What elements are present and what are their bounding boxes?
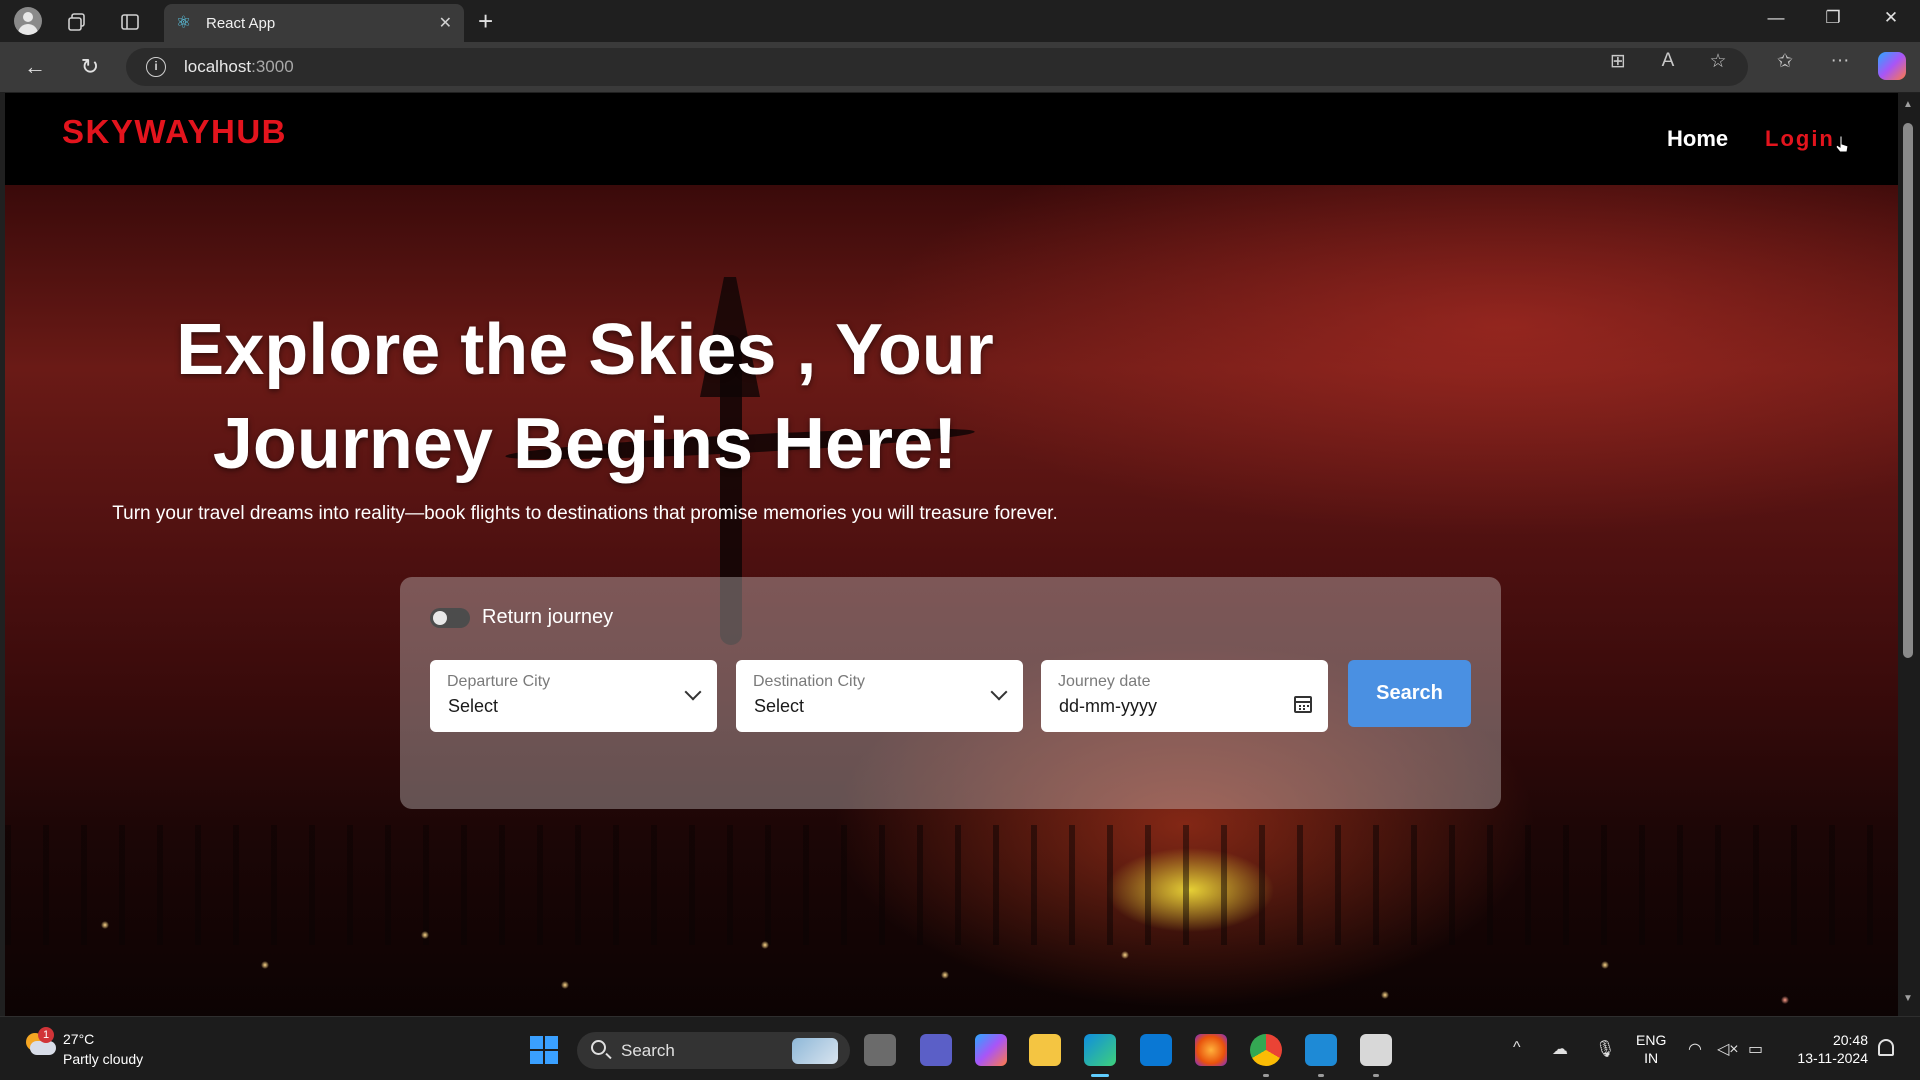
scroll-down-icon[interactable]: ▼ — [1903, 993, 1913, 1004]
refresh-button[interactable]: ↻ — [75, 54, 105, 80]
destination-city-select[interactable]: Destination City Select — [736, 660, 1023, 732]
hero-title: Explore the Skies , Your Journey Begins … — [176, 310, 994, 484]
volume-muted-icon[interactable]: ◁× — [1717, 1039, 1739, 1059]
file-explorer-icon[interactable] — [1029, 1034, 1061, 1066]
copilot-icon[interactable] — [1878, 52, 1906, 80]
edge-browser-icon[interactable] — [1084, 1034, 1116, 1066]
calendar-icon[interactable] — [1294, 696, 1312, 713]
teams-icon[interactable] — [920, 1034, 952, 1066]
new-tab-button[interactable]: + — [478, 7, 493, 35]
search-icon — [591, 1040, 606, 1055]
vertical-tabs-icon[interactable] — [117, 9, 143, 35]
return-journey-toggle[interactable] — [430, 608, 470, 628]
read-aloud-icon[interactable]: A — [1653, 50, 1683, 72]
return-journey-label: Return journey — [482, 606, 614, 628]
departure-city-select[interactable]: Departure City Select — [430, 660, 717, 732]
task-view-icon[interactable] — [864, 1034, 896, 1066]
page-viewport: SKYWAYHUB Home Login Explore the Skies ,… — [5, 93, 1898, 1016]
vscode-icon[interactable] — [1305, 1034, 1337, 1066]
weather-temperature[interactable]: 27°C — [63, 1031, 94, 1047]
show-hidden-icons-chevron-icon[interactable]: ^ — [1513, 1039, 1521, 1057]
weather-description[interactable]: Partly cloudy — [63, 1051, 143, 1067]
language-indicator[interactable]: ENG IN — [1636, 1031, 1666, 1067]
chrome-icon[interactable] — [1250, 1034, 1282, 1066]
nav-login-link[interactable]: Login — [1765, 126, 1835, 152]
windows-start-icon[interactable] — [530, 1036, 558, 1064]
snipping-tool-icon[interactable] — [1360, 1034, 1392, 1066]
search-button[interactable]: Search — [1348, 660, 1471, 727]
search-highlight-image — [792, 1038, 838, 1064]
more-options-icon[interactable]: ··· — [1825, 50, 1855, 72]
browser-toolbar: ← ↻ i localhost:3000 ⊞ A ☆ ✩ ··· — [0, 42, 1920, 92]
scroll-up-icon[interactable]: ▲ — [1903, 99, 1913, 110]
minimize-button[interactable]: — — [1761, 8, 1791, 28]
notification-bell-icon[interactable] — [1878, 1039, 1894, 1056]
mouse-cursor-icon — [1835, 135, 1849, 153]
weather-badge: 1 — [38, 1027, 54, 1043]
app-available-icon[interactable]: ⊞ — [1603, 50, 1633, 73]
wifi-icon[interactable]: ◠ — [1688, 1039, 1702, 1059]
battery-icon[interactable]: ▭ — [1748, 1039, 1763, 1059]
tab-close-icon[interactable]: ✕ — [439, 13, 452, 33]
windows-taskbar: 1 27°C Partly cloudy Search ^ ☁ 🎙 ENG IN… — [0, 1016, 1920, 1080]
site-navbar: SKYWAYHUB Home Login — [5, 93, 1898, 185]
system-clock[interactable]: 20:48 13-11-2024 — [1788, 1031, 1868, 1067]
microsoft-store-icon[interactable] — [1140, 1034, 1172, 1066]
close-window-button[interactable]: ✕ — [1876, 8, 1906, 28]
tab-react-app[interactable]: ⚛ React App ✕ — [164, 4, 464, 42]
favorites-icon[interactable]: ✩ — [1770, 50, 1800, 73]
hero-subtitle: Turn your travel dreams into reality—boo… — [112, 503, 1058, 524]
microphone-icon[interactable]: 🎙 — [1595, 1039, 1615, 1059]
url-text: localhost:3000 — [184, 57, 294, 76]
journey-date-input[interactable]: Journey date dd-mm-yyyy — [1041, 660, 1328, 732]
onedrive-icon[interactable]: ☁ — [1552, 1039, 1568, 1059]
restore-button[interactable]: ❐ — [1818, 8, 1848, 28]
taskbar-search-box[interactable]: Search — [577, 1032, 850, 1069]
brand-logo[interactable]: SKYWAYHUB — [62, 113, 287, 151]
firefox-icon[interactable] — [1195, 1034, 1227, 1066]
nav-home-link[interactable]: Home — [1667, 126, 1728, 152]
tab-title: React App — [206, 14, 276, 32]
scrollbar-thumb[interactable] — [1903, 123, 1913, 658]
chevron-down-icon — [684, 683, 702, 701]
copilot-app-icon[interactable] — [975, 1034, 1007, 1066]
site-info-icon[interactable]: i — [146, 57, 166, 77]
back-button[interactable]: ← — [20, 54, 50, 80]
flight-search-card: Return journey Departure City Select Des… — [400, 577, 1501, 809]
browser-tab-bar: ⚛ React App ✕ + — ❐ ✕ — [0, 0, 1920, 42]
workspaces-icon[interactable] — [64, 9, 90, 35]
page-scrollbar[interactable]: ▲ ▼ — [1898, 93, 1920, 1016]
profile-avatar-icon[interactable] — [14, 7, 42, 35]
react-favicon-icon: ⚛ — [176, 13, 192, 32]
address-bar[interactable]: i localhost:3000 — [126, 48, 1748, 86]
chevron-down-icon — [990, 683, 1008, 701]
favorite-star-icon[interactable]: ☆ — [1703, 50, 1733, 73]
